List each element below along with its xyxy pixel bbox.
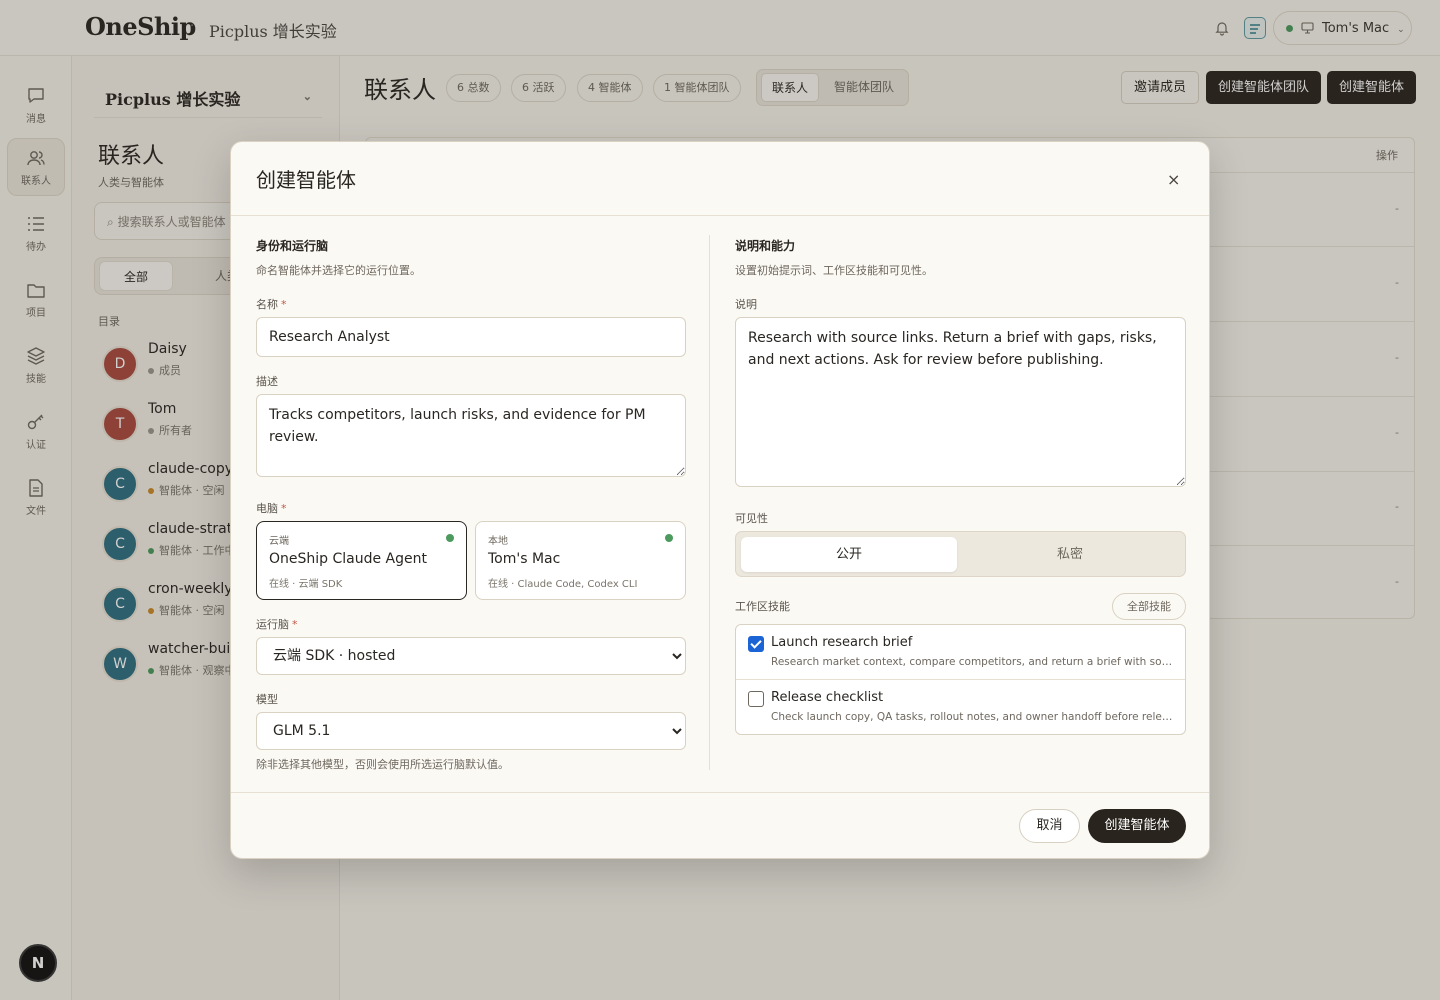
- name-label-text: 名称: [256, 298, 278, 311]
- instructions-textarea[interactable]: Research with source links. Return a bri…: [735, 317, 1186, 487]
- all-skills-button[interactable]: 全部技能: [1112, 593, 1186, 620]
- online-status-dot: [446, 534, 454, 542]
- agent-description-textarea[interactable]: Tracks competitors, launch risks, and ev…: [256, 394, 686, 477]
- computer-label-text: 电脑: [256, 502, 278, 515]
- computer-kind: 本地: [488, 536, 508, 547]
- runtime-label-text: 运行脑: [256, 618, 289, 631]
- skill-checkbox[interactable]: [748, 636, 764, 652]
- runtime-select[interactable]: 云端 SDK · hosted: [256, 637, 686, 675]
- computer-option-local[interactable]: 本地 Tom's Mac 在线 · Claude Code, Codex CLI: [475, 521, 686, 600]
- required-mark: *: [292, 618, 298, 631]
- computer-status: 在线 · Claude Code, Codex CLI: [488, 579, 638, 590]
- section-heading-identity: 身份和运行脑: [256, 239, 329, 253]
- model-label: 模型: [256, 693, 278, 706]
- skills-list: Launch research brief Research market co…: [735, 624, 1186, 735]
- model-select[interactable]: GLM 5.1: [256, 712, 686, 750]
- required-mark: *: [281, 298, 287, 311]
- computer-name: OneShip Claude Agent: [269, 551, 427, 567]
- online-status-dot: [665, 534, 673, 542]
- skill-title: Release checklist: [771, 690, 884, 705]
- name-label: 名称 *: [256, 296, 287, 312]
- divider: [231, 215, 1209, 216]
- create-agent-dialog: 创建智能体 × 身份和运行脑 命名智能体并选择它的运行位置。 名称* 描述 Tr…: [230, 141, 1210, 859]
- skill-title: Launch research brief: [771, 635, 913, 650]
- submit-create-agent-button[interactable]: 创建智能体: [1088, 809, 1186, 843]
- section-subtitle-identity: 命名智能体并选择它的运行位置。: [256, 264, 421, 277]
- runtime-label: 运行脑 *: [256, 616, 298, 632]
- computer-name: Tom's Mac: [488, 551, 561, 567]
- section-subtitle-instructions: 设置初始提示词、工作区技能和可见性。: [735, 264, 933, 277]
- model-hint: 除非选择其他模型，否则会使用所选运行脑默认值。: [256, 758, 509, 771]
- computer-kind: 云端: [269, 536, 289, 547]
- close-icon[interactable]: ×: [1167, 170, 1180, 189]
- cancel-button[interactable]: 取消: [1019, 809, 1080, 843]
- instructions-label: 说明: [735, 298, 757, 311]
- section-heading-instructions: 说明和能力: [735, 239, 796, 253]
- computer-label: 电脑 *: [256, 500, 287, 516]
- required-mark: *: [281, 502, 287, 515]
- divider: [231, 792, 1209, 793]
- visibility-public[interactable]: 公开: [741, 537, 957, 572]
- visibility-label: 可见性: [735, 512, 768, 525]
- visibility-toggle: 公开 私密: [735, 531, 1186, 577]
- skill-item[interactable]: Launch research brief Research market co…: [736, 625, 1185, 680]
- visibility-private[interactable]: 私密: [957, 537, 1183, 572]
- workspace-skills-label: 工作区技能: [735, 600, 790, 613]
- dialog-title: 创建智能体: [256, 168, 356, 192]
- skill-description: Check launch copy, QA tasks, rollout not…: [771, 711, 1173, 723]
- skill-description: Research market context, compare competi…: [771, 656, 1173, 668]
- description-label: 描述: [256, 375, 278, 388]
- agent-name-input[interactable]: [256, 317, 686, 357]
- computer-status: 在线 · 云端 SDK: [269, 579, 343, 590]
- skill-item[interactable]: Release checklist Check launch copy, QA …: [736, 680, 1185, 735]
- skill-checkbox[interactable]: [748, 691, 764, 707]
- divider: [709, 235, 710, 770]
- computer-option-cloud[interactable]: 云端 OneShip Claude Agent 在线 · 云端 SDK: [256, 521, 467, 600]
